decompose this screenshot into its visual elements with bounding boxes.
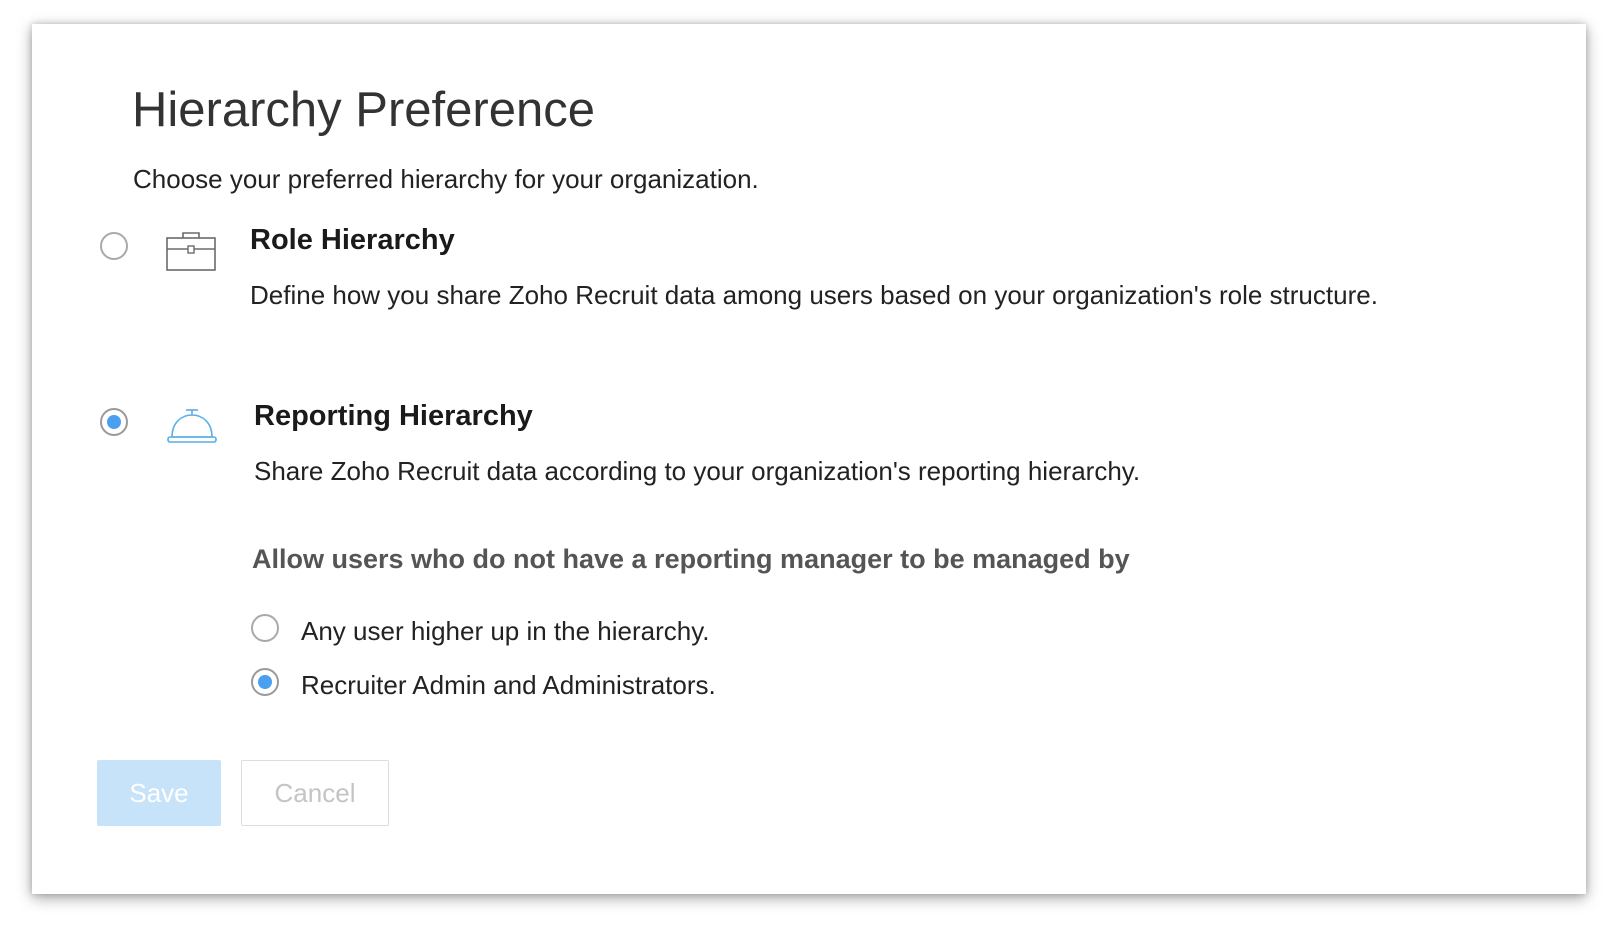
reporting-hierarchy-description: Share Zoho Recruit data according to you… [254, 456, 1141, 486]
page-subtitle: Choose your preferred hierarchy for your… [133, 164, 759, 194]
save-button[interactable]: Save [97, 760, 221, 826]
role-hierarchy-radio[interactable] [100, 232, 128, 260]
radio-selected-dot [258, 675, 272, 689]
hierarchy-preference-dialog: Hierarchy Preference Choose your preferr… [32, 24, 1586, 894]
any-higher-user-label[interactable]: Any user higher up in the hierarchy. [301, 616, 710, 647]
reporting-hierarchy-radio[interactable] [100, 408, 128, 436]
role-hierarchy-title: Role Hierarchy [250, 224, 455, 256]
radio-selected-dot [107, 415, 121, 429]
service-bell-icon [167, 409, 217, 443]
briefcase-icon [166, 232, 216, 271]
recruiter-admin-radio[interactable] [251, 668, 279, 696]
recruiter-admin-label[interactable]: Recruiter Admin and Administrators. [301, 670, 716, 701]
cancel-button[interactable]: Cancel [241, 760, 389, 826]
role-hierarchy-description: Define how you share Zoho Recruit data a… [250, 280, 1378, 310]
no-manager-setting-heading: Allow users who do not have a reporting … [252, 544, 1130, 574]
page-title: Hierarchy Preference [132, 83, 595, 137]
any-higher-user-radio[interactable] [251, 614, 279, 642]
reporting-hierarchy-title: Reporting Hierarchy [254, 400, 533, 432]
